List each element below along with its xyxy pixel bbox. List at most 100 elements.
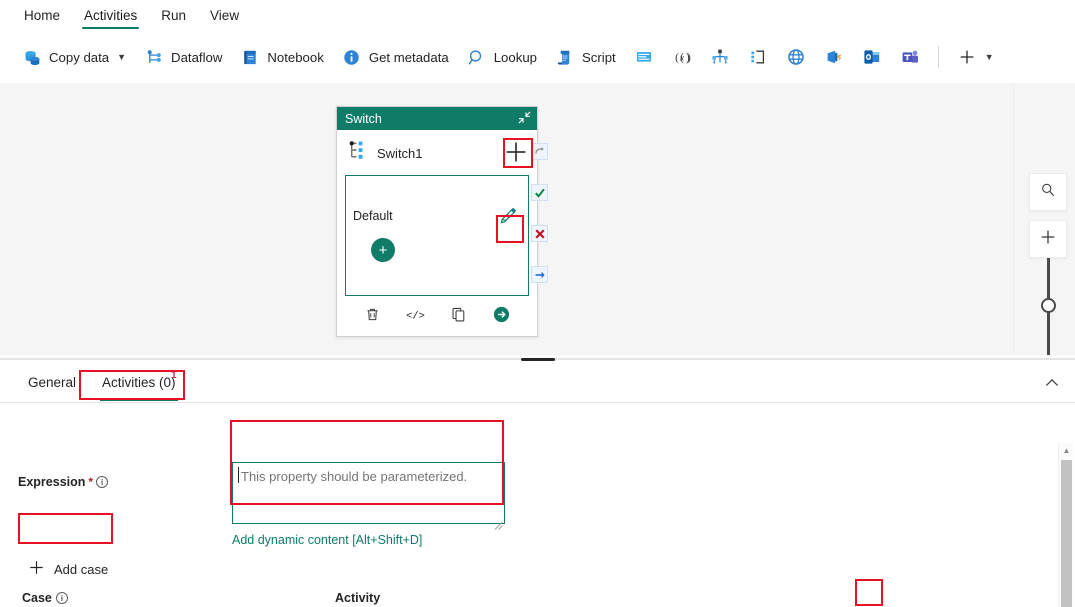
plus-icon	[1039, 228, 1057, 251]
command-teams[interactable]	[892, 40, 928, 74]
svg-text:): )	[686, 52, 690, 64]
command-switch-activity[interactable]	[702, 40, 738, 74]
command-stored-procedure[interactable]	[626, 40, 662, 74]
zoom-slider[interactable]	[1029, 258, 1067, 358]
teams-icon	[900, 47, 920, 67]
zoom-to-search-button[interactable]	[1029, 173, 1067, 211]
chevron-down-icon[interactable]: ▼	[985, 52, 994, 62]
add-case-button[interactable]: Add case	[22, 555, 114, 584]
switch-default-case-label: Default	[353, 209, 393, 223]
copy-icon[interactable]	[447, 302, 471, 326]
command-notebook[interactable]: Notebook	[232, 40, 331, 74]
expression-field-label: Expression * i	[18, 475, 108, 489]
switch-default-case-box[interactable]: Default +	[345, 175, 529, 296]
cases-table-header: Case i Activity	[22, 591, 1032, 607]
plus-icon	[28, 559, 45, 580]
command-get-metadata-label: Get metadata	[369, 50, 449, 65]
foreach-icon	[748, 47, 768, 67]
add-activity-to-case-button[interactable]: +	[371, 238, 395, 262]
add-case-plus-button[interactable]	[501, 137, 531, 167]
svg-text:(: (	[675, 52, 679, 64]
switch-activity-name: Switch1	[377, 146, 423, 161]
zoom-search-icon	[1040, 182, 1056, 203]
zoom-slider-handle[interactable]	[1041, 298, 1056, 313]
pipeline-canvas[interactable]: Switch	[0, 83, 1075, 355]
switch-card-title: Switch	[345, 112, 382, 126]
ribbon-tab-home[interactable]: Home	[12, 8, 72, 31]
delete-icon[interactable]	[361, 302, 385, 326]
copy-data-icon	[22, 47, 42, 67]
chevron-up-icon[interactable]	[1043, 374, 1061, 392]
ribbon-tab-bar: Home Activities Run View	[0, 0, 1075, 31]
properties-tab-bar: General Activities (0)	[0, 363, 1075, 403]
switch-card-name-row: Switch1	[345, 136, 529, 170]
panel-splitter[interactable]	[0, 355, 1075, 363]
fabric-pipeline-editor: Home Activities Run View Copy data	[0, 0, 1075, 607]
connector-success[interactable]	[531, 184, 548, 201]
command-webhook[interactable]	[816, 40, 852, 74]
command-web[interactable]	[778, 40, 814, 74]
required-asterisk: *	[88, 475, 93, 489]
command-dataflow-label: Dataflow	[171, 50, 222, 65]
outlook-icon	[862, 47, 882, 67]
command-bar-background: Copy data ▼ Dataflow	[0, 31, 1075, 83]
connector-failure[interactable]	[531, 225, 548, 242]
dataflow-icon	[144, 47, 164, 67]
add-dynamic-content-link[interactable]: Add dynamic content [Alt+Shift+D]	[232, 533, 422, 547]
command-get-metadata[interactable]: Get metadata	[334, 40, 457, 74]
ribbon-tab-view[interactable]: View	[198, 8, 251, 31]
scroll-up-arrow-icon[interactable]: ▲	[1059, 443, 1074, 458]
properties-panel: General Activities (0) Expression * i	[0, 363, 1075, 607]
properties-panel-body: Expression * i Add dynamic content [Alt+…	[0, 403, 1075, 607]
set-variable-icon: ( x ) ( )	[672, 47, 692, 67]
annotation-marker-1: 1	[171, 370, 177, 381]
code-icon[interactable]: </>	[404, 302, 428, 326]
tab-general[interactable]: General	[18, 365, 86, 401]
switch-activity-card[interactable]: Switch	[336, 106, 538, 337]
scrollbar-thumb[interactable]	[1061, 460, 1072, 607]
command-outlook[interactable]	[854, 40, 890, 74]
column-header-activity: Activity	[335, 591, 380, 605]
command-script-label: Script	[582, 50, 616, 65]
command-lookup[interactable]: Lookup	[459, 40, 545, 74]
command-set-variable[interactable]: ( x ) ( )	[664, 40, 700, 74]
splitter-handle[interactable]	[521, 358, 555, 361]
plus-icon	[957, 47, 977, 67]
command-foreach[interactable]	[740, 40, 776, 74]
command-add-activity[interactable]: ▼	[949, 40, 1002, 74]
column-header-case-text: Case	[22, 591, 52, 605]
switch-card-body: Switch1 Default	[337, 130, 537, 296]
info-icon[interactable]: i	[56, 592, 68, 604]
command-notebook-label: Notebook	[267, 50, 323, 65]
ribbon-tab-activities[interactable]: Activities	[72, 8, 149, 31]
expression-label-text: Expression	[18, 475, 85, 489]
ribbon-tab-run[interactable]: Run	[149, 8, 198, 31]
expression-input-group: Add dynamic content [Alt+Shift+D]	[232, 462, 505, 549]
properties-scrollbar[interactable]: ▲ ▼	[1058, 443, 1073, 607]
zoom-in-button[interactable]	[1029, 220, 1067, 258]
command-script[interactable]: Script	[547, 40, 624, 74]
collapse-diagonal-icon[interactable]	[517, 110, 532, 128]
column-header-case: Case i	[22, 591, 68, 605]
run-icon[interactable]	[490, 302, 514, 326]
switch-activity-icon	[710, 47, 730, 67]
info-icon[interactable]: i	[96, 476, 108, 488]
switch-card-header: Switch	[337, 107, 537, 130]
get-metadata-icon	[342, 47, 362, 67]
pencil-icon[interactable]	[499, 205, 519, 225]
command-lookup-label: Lookup	[494, 50, 537, 65]
connector-completion[interactable]	[531, 266, 548, 283]
command-copy-data[interactable]: Copy data ▼	[14, 40, 134, 74]
svg-text:</>: </>	[406, 310, 425, 322]
script-icon	[555, 47, 575, 67]
expression-input[interactable]	[232, 462, 505, 524]
add-case-label: Add case	[54, 562, 108, 577]
stored-procedure-icon	[634, 47, 654, 67]
notebook-icon	[240, 47, 260, 67]
svg-text:x: x	[679, 53, 685, 64]
lookup-icon	[467, 47, 487, 67]
connector-skipped[interactable]	[531, 143, 548, 160]
command-dataflow[interactable]: Dataflow	[136, 40, 230, 74]
web-icon	[786, 47, 806, 67]
chevron-down-icon[interactable]: ▼	[117, 52, 126, 62]
